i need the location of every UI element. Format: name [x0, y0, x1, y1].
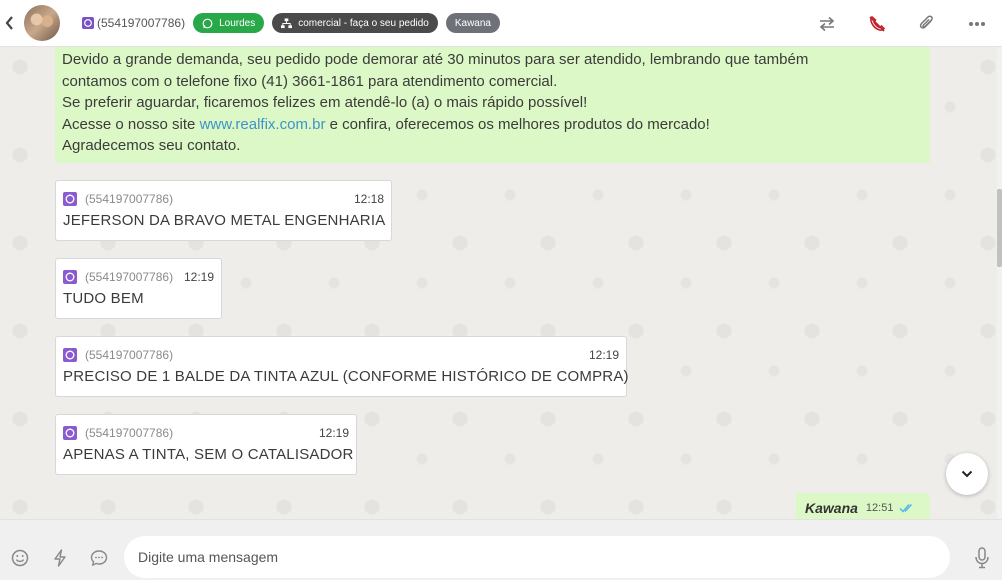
chevron-down-icon	[961, 470, 973, 478]
message-time: 12:19	[183, 270, 214, 284]
tag-label: Lourdes	[219, 17, 256, 29]
outgoing-sender: Kawana	[805, 500, 858, 516]
scrollbar-thumb[interactable]	[997, 189, 1002, 267]
message-time: 12:19	[318, 426, 349, 440]
tag-label: comercial - faça o seu pedido	[298, 17, 429, 29]
tag-department[interactable]: comercial - faça o seu pedido	[272, 13, 438, 33]
notice-line: Devido a grande demanda, seu pedido pode…	[62, 51, 809, 68]
website-link[interactable]: www.realfix.com.br	[200, 116, 326, 133]
channel-icon	[63, 348, 77, 362]
end-call-button[interactable]	[852, 0, 902, 47]
lightning-icon	[54, 549, 66, 567]
message-input[interactable]	[124, 536, 950, 578]
double-check-icon	[899, 504, 913, 513]
channel-icon	[63, 192, 77, 206]
more-dots-icon	[969, 21, 985, 26]
phone-slash-icon	[869, 15, 886, 32]
channel-icon	[63, 426, 77, 440]
outgoing-message[interactable]: Kawana 12:51	[796, 493, 930, 519]
whatsapp-channel-icon	[82, 17, 94, 29]
contact-info[interactable]: (554197007786)	[82, 16, 185, 30]
chat-bubble-button[interactable]	[79, 538, 119, 578]
emoji-icon	[11, 549, 29, 567]
incoming-message[interactable]: (554197007786) 12:18 JEFERSON DA BRAVO M…	[55, 180, 392, 241]
outgoing-time: 12:51	[865, 502, 894, 514]
notice-line: Se preferir aguardar, ficaremos felizes …	[62, 94, 588, 111]
chat-header: (554197007786) Lourdes comercial - faça …	[0, 0, 1002, 47]
notice-line: Agradecemos seu contato.	[62, 137, 241, 154]
message-sender: (554197007786)	[85, 348, 174, 362]
message-text: JEFERSON DA BRAVO METAL ENGENHARIA	[63, 212, 386, 229]
transfer-arrows-icon	[819, 16, 835, 31]
notice-line: contamos com o telefone fixo (41) 3661-1…	[62, 72, 558, 90]
whatsapp-icon	[202, 18, 213, 28]
channel-icon	[63, 270, 77, 284]
chat-scrollbar[interactable]	[997, 47, 1002, 519]
message-text: TUDO BEM	[63, 290, 144, 307]
back-arrow-icon[interactable]	[2, 0, 16, 47]
message-time: 12:19	[588, 348, 619, 362]
sitemap-icon	[281, 17, 293, 28]
attach-button[interactable]	[902, 0, 952, 47]
notice-line: Acesse o nosso site www.realfix.com.br e…	[62, 114, 923, 136]
transfer-button[interactable]	[802, 0, 852, 47]
paperclip-icon	[919, 14, 933, 29]
quick-replies-button[interactable]	[40, 538, 80, 578]
message-text: PRECISO DE 1 BALDE DA TINTA AZUL (CONFOR…	[63, 368, 629, 385]
microphone-icon	[975, 547, 989, 569]
emoji-button[interactable]	[0, 538, 40, 578]
message-list[interactable]: Devido a grande demanda, seu pedido pode…	[0, 47, 997, 519]
scroll-to-bottom-button[interactable]	[946, 453, 988, 495]
speech-bubble-icon	[90, 550, 108, 567]
more-options-button[interactable]	[952, 0, 1002, 47]
message-composer	[0, 519, 1002, 580]
contact-avatar[interactable]	[24, 5, 60, 41]
tag-lourdes[interactable]: Lourdes	[193, 13, 265, 33]
incoming-message[interactable]: (554197007786) 12:19 PRECISO DE 1 BALDE …	[55, 336, 629, 397]
message-text: APENAS A TINTA, SEM O CATALISADOR	[63, 446, 354, 463]
message-time: 12:18	[353, 192, 384, 206]
notice-text: Acesse o nosso site	[62, 115, 200, 133]
microphone-button[interactable]	[962, 538, 1002, 578]
message-sender: (554197007786)	[85, 426, 174, 440]
message-sender: (554197007786)	[85, 270, 174, 284]
notice-text: e confira, oferecemos os melhores produt…	[325, 115, 710, 133]
incoming-message[interactable]: (554197007786) 12:19 TUDO BEM	[55, 258, 222, 319]
contact-number: (554197007786)	[97, 16, 186, 30]
message-sender: (554197007786)	[85, 192, 174, 206]
incoming-message[interactable]: (554197007786) 12:19 APENAS A TINTA, SEM…	[55, 414, 357, 475]
auto-reply-message: Devido a grande demanda, seu pedido pode…	[55, 47, 930, 163]
tag-agent[interactable]: Kawana	[445, 13, 500, 33]
tag-label: Kawana	[454, 17, 491, 29]
